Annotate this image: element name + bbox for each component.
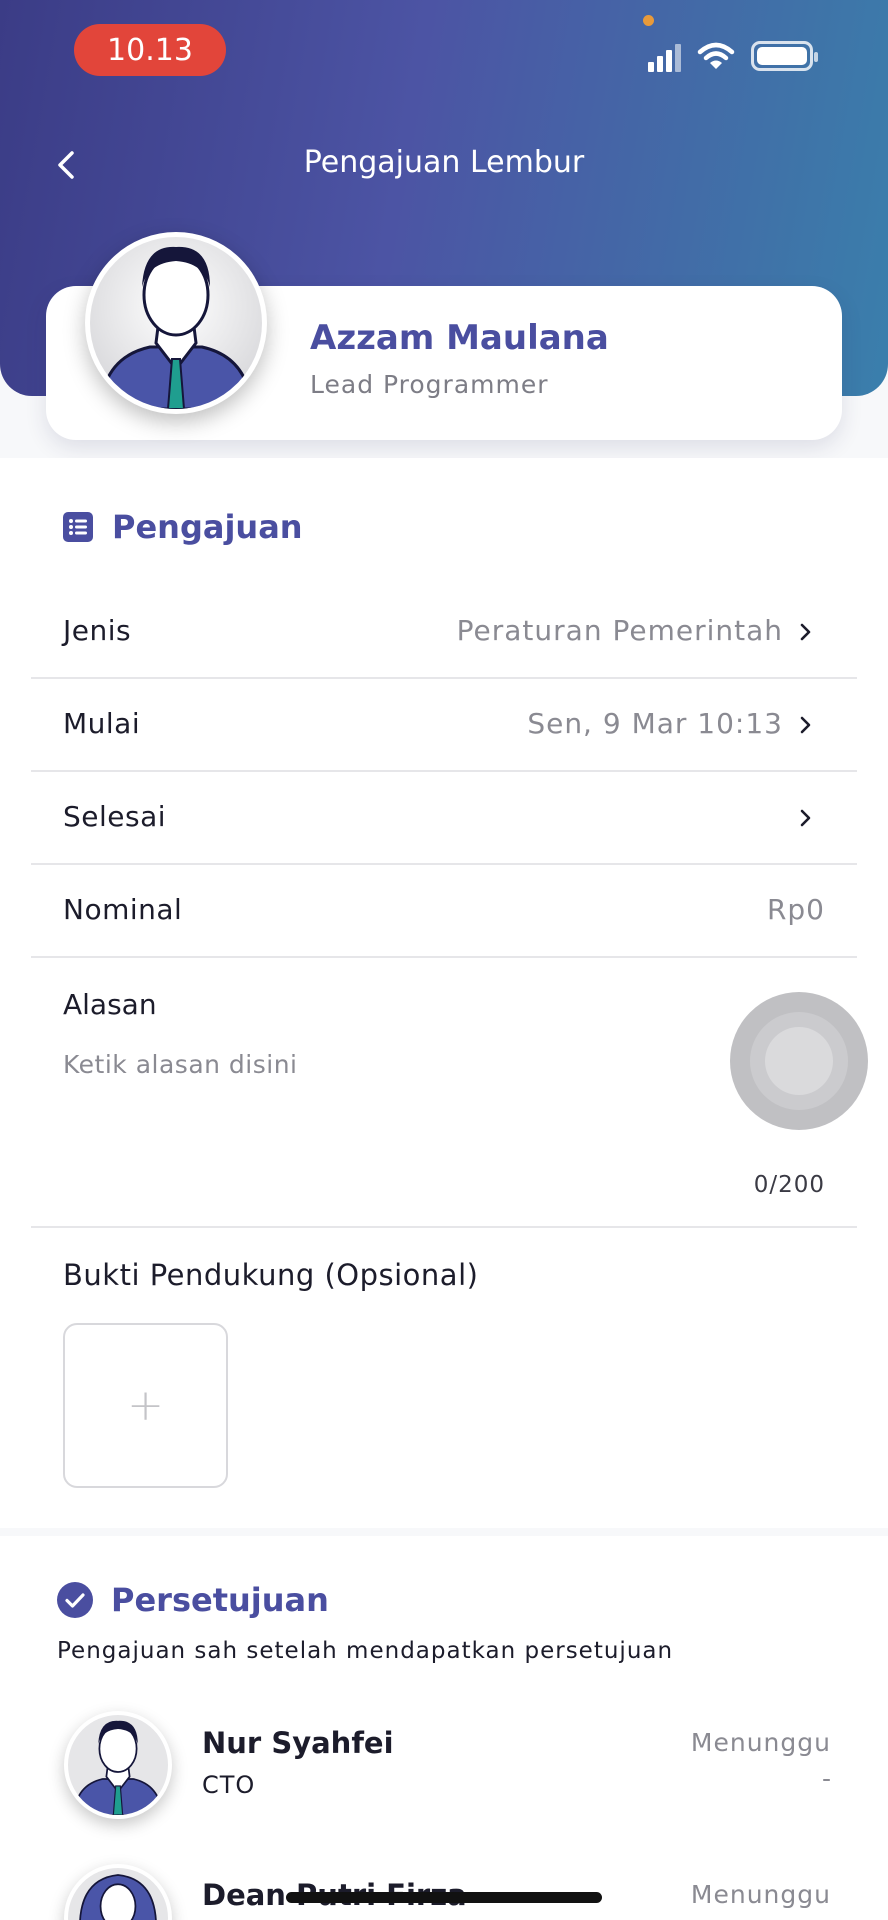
person-avatar-illustration bbox=[68, 1868, 168, 1920]
status-icons bbox=[648, 40, 818, 72]
row-label: Jenis bbox=[63, 614, 132, 647]
row-value: Peraturan Pemerintah bbox=[456, 614, 783, 647]
floating-assistive-button[interactable] bbox=[730, 992, 868, 1130]
profile-name: Azzam Maulana bbox=[310, 318, 609, 358]
support-label: Bukti Pendukung (Opsional) bbox=[63, 1258, 479, 1292]
reason-input[interactable] bbox=[63, 1050, 623, 1079]
row-value: Sen, 9 Mar 10:13 bbox=[527, 707, 783, 740]
reason-field: Alasan 0/200 bbox=[31, 958, 857, 1228]
row-mulai[interactable]: Mulai Sen, 9 Mar 10:13 bbox=[31, 679, 857, 772]
request-section-title: Pengajuan bbox=[112, 508, 303, 546]
signal-icon bbox=[648, 40, 681, 72]
approver-item: Nur Syahfei CTO Menunggu - bbox=[0, 1700, 888, 1830]
home-indicator bbox=[286, 1892, 602, 1903]
row-label: Nominal bbox=[63, 893, 183, 926]
row-value: Rp0 bbox=[766, 893, 825, 926]
avatar bbox=[64, 1711, 172, 1819]
chevron-right-icon bbox=[800, 623, 811, 641]
approver-role: CTO bbox=[202, 1771, 256, 1799]
approver-name: Nur Syahfei bbox=[202, 1726, 394, 1760]
profile-role: Lead Programmer bbox=[310, 370, 549, 399]
chevron-right-icon bbox=[800, 809, 811, 827]
row-label: Selesai bbox=[63, 800, 167, 833]
approver-status: Menunggu bbox=[690, 1728, 831, 1757]
add-attachment-button[interactable]: + bbox=[63, 1323, 228, 1488]
reason-label: Alasan bbox=[63, 988, 157, 1021]
approval-subtitle: Pengajuan sah setelah mendapatkan perset… bbox=[57, 1638, 674, 1664]
person-avatar-illustration bbox=[90, 237, 262, 409]
battery-icon bbox=[751, 41, 818, 71]
chevron-right-icon bbox=[800, 716, 811, 734]
approver-date: - bbox=[821, 1764, 831, 1793]
check-circle-icon bbox=[57, 1582, 93, 1618]
avatar bbox=[64, 1864, 172, 1920]
approval-section-header: Persetujuan bbox=[57, 1581, 329, 1619]
row-nominal[interactable]: Nominal Rp0 bbox=[31, 865, 857, 958]
row-label: Mulai bbox=[63, 707, 141, 740]
plus-icon: + bbox=[127, 1380, 164, 1431]
wifi-icon bbox=[697, 42, 735, 69]
request-section-header: Pengajuan bbox=[62, 508, 303, 546]
approval-section-title: Persetujuan bbox=[111, 1581, 329, 1619]
page-title: Pengajuan Lembur bbox=[303, 145, 585, 180]
avatar bbox=[85, 232, 267, 414]
recording-indicator-dot bbox=[643, 15, 654, 26]
status-time: 10.13 bbox=[74, 24, 226, 76]
person-avatar-illustration bbox=[68, 1715, 168, 1815]
approver-status: Menunggu bbox=[690, 1880, 831, 1909]
row-jenis[interactable]: Jenis Peraturan Pemerintah bbox=[31, 586, 857, 679]
row-selesai[interactable]: Selesai bbox=[31, 772, 857, 865]
list-icon bbox=[63, 512, 93, 542]
reason-char-counter: 0/200 bbox=[753, 1172, 825, 1198]
approver-item: Dean Putri Firza Menunggu bbox=[0, 1850, 888, 1920]
